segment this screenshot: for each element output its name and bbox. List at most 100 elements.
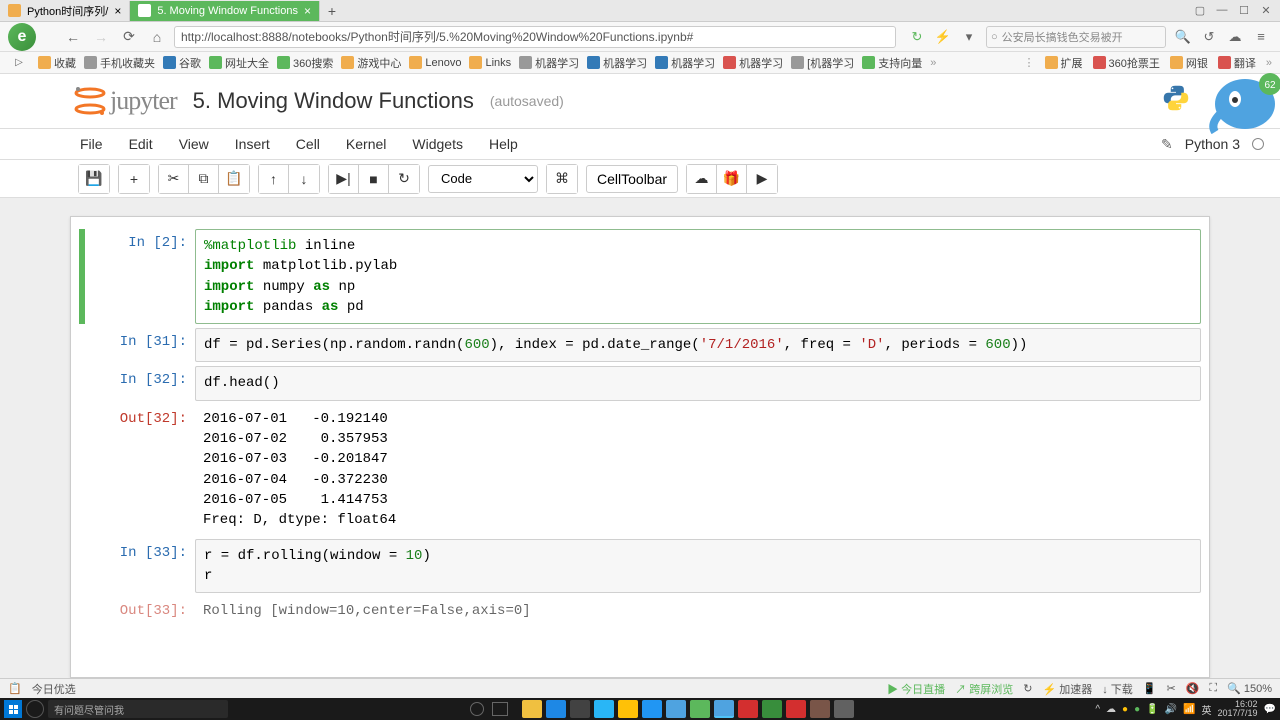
bookmark-item[interactable]: 谷歌 (163, 55, 201, 71)
ime-indicator[interactable]: 英 (1202, 702, 1212, 717)
new-tab-button[interactable]: + (320, 3, 344, 19)
app-icon[interactable] (810, 700, 830, 718)
stop-button[interactable]: ■ (359, 165, 389, 193)
celltoolbar-button[interactable]: CellToolbar (586, 165, 678, 193)
bookmark-item[interactable]: 游戏中心 (341, 55, 401, 71)
status-icon[interactable]: ✂ (1166, 682, 1175, 695)
close-icon[interactable]: × (114, 4, 121, 18)
cut-button[interactable]: ✂ (159, 165, 189, 193)
tray-icon[interactable]: 🔋 (1146, 704, 1158, 715)
menu-insert[interactable]: Insert (235, 136, 270, 152)
taskbar-clock[interactable]: 16:02 2017/7/19 (1218, 700, 1258, 718)
status-icon[interactable]: 🔇 (1186, 682, 1200, 695)
app-icon[interactable] (594, 700, 614, 718)
save-button[interactable]: 💾 (79, 165, 109, 193)
app-edge[interactable] (546, 700, 566, 718)
home-button[interactable]: ⌂ (146, 26, 168, 48)
cortana-icon[interactable] (26, 700, 44, 718)
status-item[interactable]: ⚡ 加速器 (1042, 681, 1092, 697)
app-360browser[interactable] (690, 700, 710, 718)
task-view-icon[interactable] (492, 702, 508, 716)
code-input[interactable]: df.head() (195, 366, 1201, 400)
refresh-icon[interactable]: ↺ (1200, 29, 1218, 45)
reload-button[interactable]: ⟳ (118, 26, 140, 48)
move-up-button[interactable]: ↑ (259, 165, 289, 193)
menu-cell[interactable]: Cell (296, 136, 320, 152)
menu-edit[interactable]: Edit (129, 136, 153, 152)
app-active[interactable] (714, 700, 734, 718)
start-button[interactable] (4, 700, 22, 718)
dropdown-icon[interactable]: ▾ (960, 29, 978, 45)
move-down-button[interactable]: ↓ (289, 165, 319, 193)
edit-icon[interactable]: ✎ (1161, 136, 1173, 153)
app-chrome[interactable] (618, 700, 638, 718)
tray-icon[interactable]: 📶 (1183, 704, 1195, 715)
app-icon[interactable] (738, 700, 758, 718)
menu-icon[interactable]: ≡ (1252, 29, 1270, 44)
flash-icon[interactable]: ⚡ (934, 29, 952, 45)
menu-kernel[interactable]: Kernel (346, 136, 386, 152)
menu-file[interactable]: File (80, 136, 103, 152)
cloud-icon[interactable]: ☁ (1226, 29, 1244, 45)
code-input[interactable]: r = df.rolling(window = 10) r (195, 539, 1201, 594)
bookmark-item[interactable]: 支持向量 (862, 55, 922, 71)
bookmark-item[interactable]: 机器学习 (519, 55, 579, 71)
menu-help[interactable]: Help (489, 136, 518, 152)
command-palette-button[interactable]: ⌘ (547, 165, 577, 193)
browser-tab-2[interactable]: 5. Moving Window Functions × (130, 1, 320, 21)
code-cell[interactable]: In [2]: %matplotlib inlineimport matplot… (79, 229, 1201, 324)
code-cell[interactable]: In [33]: r = df.rolling(window = 10) r (79, 539, 1201, 594)
sync-icon[interactable]: ↻ (908, 29, 926, 45)
status-item[interactable]: ▶ 今日直播 (887, 681, 945, 697)
bookmark-item[interactable]: Lenovo (409, 56, 461, 69)
copy-button[interactable]: ⧉ (189, 165, 219, 193)
code-input[interactable]: %matplotlib inlineimport matplotlib.pyla… (195, 229, 1201, 324)
app-icon[interactable] (642, 700, 662, 718)
status-icon[interactable]: ↻ (1023, 682, 1032, 695)
bookmarks-open-icon[interactable]: ▷ (8, 52, 30, 74)
restart-button[interactable]: ↻ (389, 165, 419, 193)
bookmark-item[interactable]: 360搜索 (277, 55, 333, 71)
tray-icon[interactable]: ● (1122, 704, 1128, 715)
url-input[interactable] (174, 26, 896, 48)
kernel-name[interactable]: Python 3 (1185, 136, 1240, 152)
tray-up-icon[interactable]: ^ (1095, 704, 1100, 715)
tray-icon[interactable]: ● (1134, 704, 1140, 715)
bookmark-item[interactable]: 手机收藏夹 (84, 55, 155, 71)
jupyter-logo[interactable]: jupyter (72, 83, 177, 119)
zoom-level[interactable]: 🔍 150% (1227, 682, 1272, 695)
cloud-button[interactable]: ☁ (687, 165, 717, 193)
app-icon[interactable] (666, 700, 686, 718)
forward-button[interactable]: → (90, 26, 112, 48)
maximize-icon[interactable]: ☐ (1234, 4, 1254, 17)
add-cell-button[interactable]: + (119, 165, 149, 193)
status-left-icon[interactable]: 📋 (8, 682, 22, 695)
browser-tab-1[interactable]: Python时间序列/ × (0, 1, 130, 21)
bookmark-item[interactable]: 网址大全 (209, 55, 269, 71)
extension-item[interactable]: 360抢票王 (1093, 55, 1160, 71)
cell-type-select[interactable]: Code (428, 165, 538, 193)
gift-button[interactable]: 🎁 (717, 165, 747, 193)
status-item[interactable]: ↓ 下载 (1102, 681, 1133, 697)
run-button[interactable]: ▶| (329, 165, 359, 193)
app-pdf[interactable] (786, 700, 806, 718)
menu-widgets[interactable]: Widgets (412, 136, 463, 152)
notebook-title[interactable]: 5. Moving Window Functions (193, 88, 474, 114)
kernel-indicator[interactable] (1252, 138, 1264, 150)
tray-icon[interactable]: ☁ (1106, 704, 1116, 715)
app-icon[interactable] (762, 700, 782, 718)
app-explorer[interactable] (522, 700, 542, 718)
minimize-icon[interactable]: — (1212, 4, 1232, 17)
bookmark-item[interactable]: 机器学习 (723, 55, 783, 71)
code-cell[interactable]: In [31]: df = pd.Series(np.random.randn(… (79, 328, 1201, 362)
code-input[interactable]: df = pd.Series(np.random.randn(600), ind… (195, 328, 1201, 362)
bookmark-item[interactable]: 机器学习 (655, 55, 715, 71)
mic-icon[interactable] (470, 702, 484, 716)
bookmark-item[interactable]: 机器学习 (587, 55, 647, 71)
status-icon[interactable]: 📱 (1143, 682, 1157, 695)
back-button[interactable]: ← (62, 26, 84, 48)
bookmark-item[interactable]: 收藏 (38, 55, 76, 71)
status-item[interactable]: ↗ 跨屏浏览 (955, 681, 1013, 697)
browser-logo[interactable]: e (8, 23, 36, 51)
code-cell[interactable]: In [32]: df.head() (79, 366, 1201, 400)
